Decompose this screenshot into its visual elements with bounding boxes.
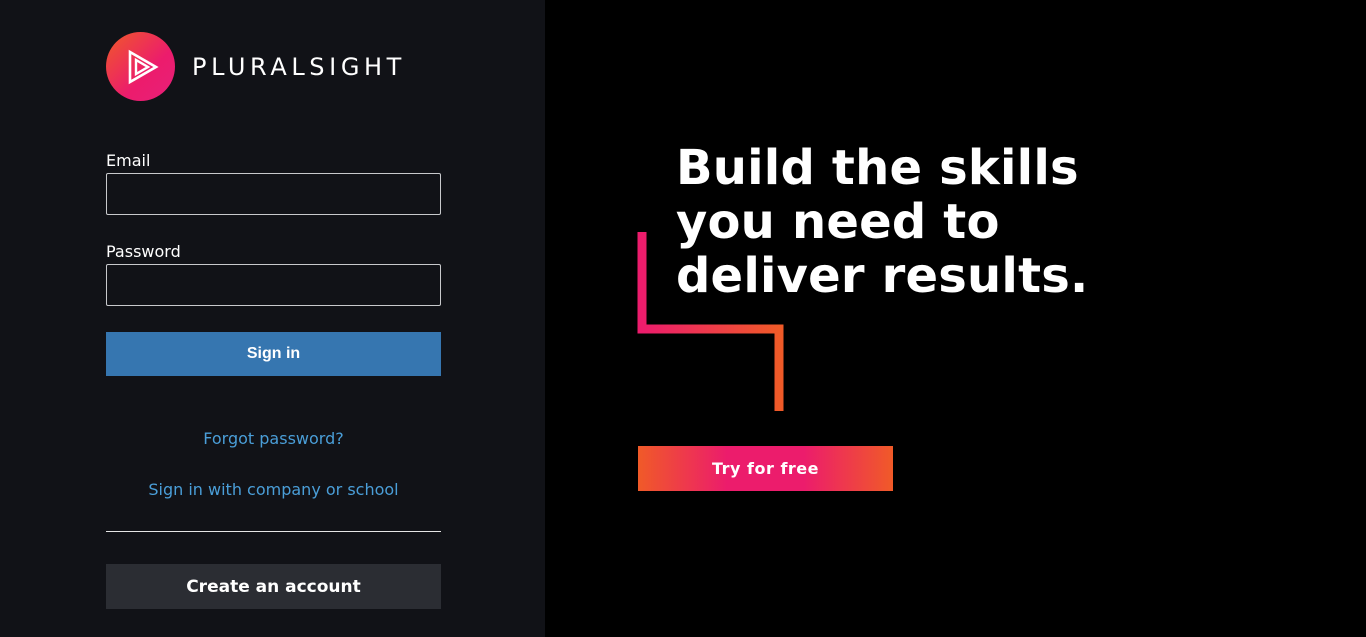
play-logo-icon: [106, 32, 175, 101]
headline-line: you need to: [676, 194, 1000, 250]
signin-panel: PLURALSIGHT Email Password Sign in Forgo…: [0, 0, 545, 637]
divider: [106, 531, 441, 532]
forgot-password-link[interactable]: Forgot password?: [106, 429, 441, 449]
headline-line: deliver results.: [676, 248, 1089, 304]
password-label: Password: [106, 242, 181, 261]
signin-button[interactable]: Sign in: [106, 332, 441, 376]
brand-logo[interactable]: PLURALSIGHT: [106, 32, 406, 101]
headline-line: Build the skills: [676, 140, 1079, 196]
login-page: PLURALSIGHT Email Password Sign in Forgo…: [0, 0, 1366, 637]
try-for-free-button[interactable]: Try for free: [638, 446, 893, 491]
password-field[interactable]: [106, 264, 441, 306]
email-field[interactable]: [106, 173, 441, 215]
company-signin-link[interactable]: Sign in with company or school: [106, 480, 441, 500]
brand-wordmark: PLURALSIGHT: [192, 52, 406, 81]
create-account-button[interactable]: Create an account: [106, 564, 441, 609]
hero-headline: Build the skills you need to deliver res…: [676, 141, 1146, 303]
email-label: Email: [106, 151, 151, 170]
